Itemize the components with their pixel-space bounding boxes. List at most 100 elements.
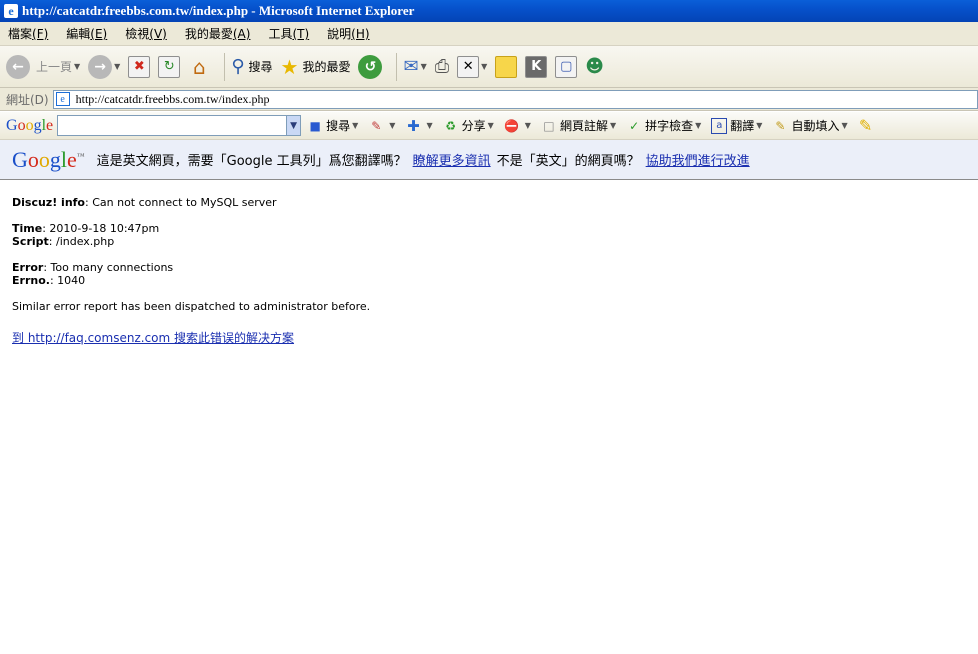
search-button-label: 搜尋 — [248, 60, 273, 74]
edit-button[interactable]: ✕ ▼ — [457, 55, 487, 78]
time-label: Time — [12, 222, 43, 235]
share-dropdown-icon[interactable]: ▼ — [488, 121, 494, 130]
google-search-dropdown-icon[interactable]: ▼ — [286, 116, 301, 135]
favorites-button[interactable]: ★ 我的最愛 — [281, 55, 351, 79]
history-icon: ↺ — [358, 54, 383, 79]
google-search-dropdown-icon[interactable]: ▼ — [352, 121, 358, 130]
back-arrow-icon: ← — [6, 54, 30, 79]
autofill-dropdown-icon[interactable]: ▼ — [841, 121, 847, 130]
mail-button[interactable]: ✉ ▼ — [403, 56, 426, 77]
menu-help-label: 說明 — [327, 27, 352, 41]
annotate-dropdown-icon[interactable]: ▼ — [610, 121, 616, 130]
translate-notification-bar: Google™ 這是英文網頁，需要「Google 工具列」爲您翻譯嗎？ 瞭解更多… — [0, 140, 978, 180]
error-value: : Too many connections — [43, 261, 174, 274]
window-title: http://catcatdr.freebbs.com.tw/index.php… — [22, 3, 415, 18]
spellcheck-dropdown-icon[interactable]: ▼ — [695, 121, 701, 130]
annotate-label: 網頁註解 — [559, 119, 608, 133]
back-dropdown-icon[interactable]: ▼ — [74, 62, 80, 71]
k-button[interactable]: K — [525, 55, 548, 78]
error-label: Error — [12, 261, 44, 274]
research-button[interactable]: ▢ — [555, 55, 578, 78]
home-button[interactable]: ⌂ — [188, 55, 210, 79]
address-field[interactable]: e http://catcatdr.freebbs.com.tw/index.p… — [52, 89, 978, 109]
note-button[interactable] — [495, 55, 518, 78]
forward-button[interactable]: → ▼ — [88, 54, 120, 79]
highlighter-icon: ✎ — [858, 116, 873, 135]
help-improve-link[interactable]: 協助我們進行改進 — [646, 150, 750, 169]
edit-dropdown-icon[interactable]: ▼ — [481, 62, 487, 71]
popup-blocker-dropdown-icon[interactable]: ▼ — [525, 121, 531, 130]
translate-label: 翻譯 — [730, 119, 755, 133]
menu-tools[interactable]: 工具(T) — [268, 25, 309, 42]
autofill-label: 自動填入 — [791, 119, 840, 133]
google-annotate-button[interactable]: □ 網頁註解 ▼ — [541, 117, 616, 134]
search-magnifier-icon: ⚲ — [231, 56, 245, 77]
menu-tools-label: 工具 — [268, 27, 293, 41]
back-button[interactable]: ← 上一頁 ▼ — [6, 54, 80, 79]
menu-file-key: (F) — [32, 27, 49, 41]
google-add-button[interactable]: ✚ ▼ — [405, 117, 432, 135]
print-button[interactable]: ⎙ — [435, 56, 449, 77]
translate-icon: a — [711, 117, 728, 134]
google-highlight-button[interactable]: ✎ — [858, 116, 877, 135]
menu-file[interactable]: 檔案(F) — [8, 25, 48, 42]
messenger-icon: ☻ — [585, 56, 605, 77]
menu-favorites-label: 我的最愛 — [184, 27, 233, 41]
spellcheck-label: 拼字檢查 — [645, 119, 694, 133]
address-url[interactable]: http://catcatdr.freebbs.com.tw/index.php — [76, 92, 270, 107]
favorites-button-label: 我的最愛 — [302, 60, 351, 74]
errno-value: : 1040 — [49, 274, 86, 287]
note-icon — [495, 55, 518, 78]
history-button[interactable]: ↺ — [358, 54, 383, 79]
script-value: : /index.php — [48, 235, 115, 248]
menu-favorites-key: (A) — [232, 27, 251, 41]
add-dropdown-icon[interactable]: ▼ — [426, 121, 432, 130]
spellcheck-icon: ✓ — [629, 118, 640, 133]
back-button-label: 上一頁 — [36, 60, 73, 74]
similar-error-text: Similar error report has been dispatched… — [12, 300, 371, 313]
time-script-block: Time: 2010-9-18 10:47pm Script: /index.p… — [12, 222, 972, 248]
forward-dropdown-icon[interactable]: ▼ — [114, 62, 120, 71]
search-button[interactable]: ⚲ 搜尋 — [231, 56, 272, 77]
bookmark-dropdown-icon[interactable]: ▼ — [389, 121, 395, 130]
translate-dropdown-icon[interactable]: ▼ — [756, 121, 762, 130]
menu-file-label: 檔案 — [8, 27, 33, 41]
google-bookmarks-button[interactable]: ✎ ▼ — [368, 118, 395, 134]
google-spellcheck-button[interactable]: ✓ 拼字檢查 ▼ — [626, 117, 701, 134]
google-share-button[interactable]: ♻ 分享 ▼ — [443, 117, 494, 134]
standard-toolbar: ← 上一頁 ▼ → ▼ ✖ ↻ ⌂ ⚲ 搜尋 ★ 我的最愛 ↺ ✉ ▼ ⎙ ✕ … — [0, 46, 978, 88]
google-search-label: 搜尋 — [326, 119, 351, 133]
google-toolbar: Google ▼ ■ 搜尋 ▼ ✎ ▼ ✚ ▼ ♻ 分享 ▼ ⛔ ▼ □ 網頁註… — [0, 112, 978, 140]
menu-favorites[interactable]: 我的最愛(A) — [185, 25, 251, 42]
favorites-star-icon: ★ — [280, 54, 299, 79]
menu-help-key: (H) — [351, 27, 370, 41]
google-search-input[interactable]: ▼ — [57, 115, 302, 136]
refresh-button[interactable]: ↻ — [158, 55, 181, 78]
stop-button[interactable]: ✖ — [128, 55, 151, 78]
k-icon: K — [525, 55, 548, 78]
forward-arrow-icon: → — [88, 54, 113, 79]
menu-view[interactable]: 檢視(V) — [125, 25, 167, 42]
more-info-link[interactable]: 瞭解更多資訊 — [413, 150, 491, 169]
share-label: 分享 — [461, 119, 486, 133]
messenger-button[interactable]: ☻ — [585, 56, 604, 77]
menu-view-label: 檢視 — [125, 27, 150, 41]
google-autofill-button[interactable]: ✎ 自動填入 ▼ — [772, 117, 847, 134]
share-icon: ♻ — [445, 118, 456, 133]
not-english-text: 不是「英文」的網頁嗎？ — [496, 154, 640, 169]
mail-dropdown-icon[interactable]: ▼ — [421, 62, 427, 71]
google-logo-large: Google™ — [12, 146, 85, 172]
google-search-button[interactable]: ■ 搜尋 ▼ — [307, 117, 358, 134]
menu-help[interactable]: 說明(H) — [327, 25, 369, 42]
page-content: Discuz! info: Can not connect to MySQL s… — [12, 196, 972, 358]
google-translate-button[interactable]: a 翻譯 ▼ — [711, 117, 762, 134]
window-titlebar: e http://catcatdr.freebbs.com.tw/index.p… — [0, 0, 978, 22]
faq-link[interactable]: 到 http://faq.comsenz.com 搜索此错误的解决方案 — [12, 331, 294, 345]
google-logo[interactable]: Google — [6, 117, 53, 135]
toolbar-separator — [224, 52, 226, 81]
info-label: Discuz! info — [12, 196, 85, 209]
google-popup-blocker-button[interactable]: ⛔ ▼ — [504, 118, 531, 134]
menu-edit[interactable]: 編輯(E) — [66, 25, 107, 42]
errno-label: Errno. — [12, 274, 50, 287]
google-search-icon: ■ — [309, 118, 321, 133]
